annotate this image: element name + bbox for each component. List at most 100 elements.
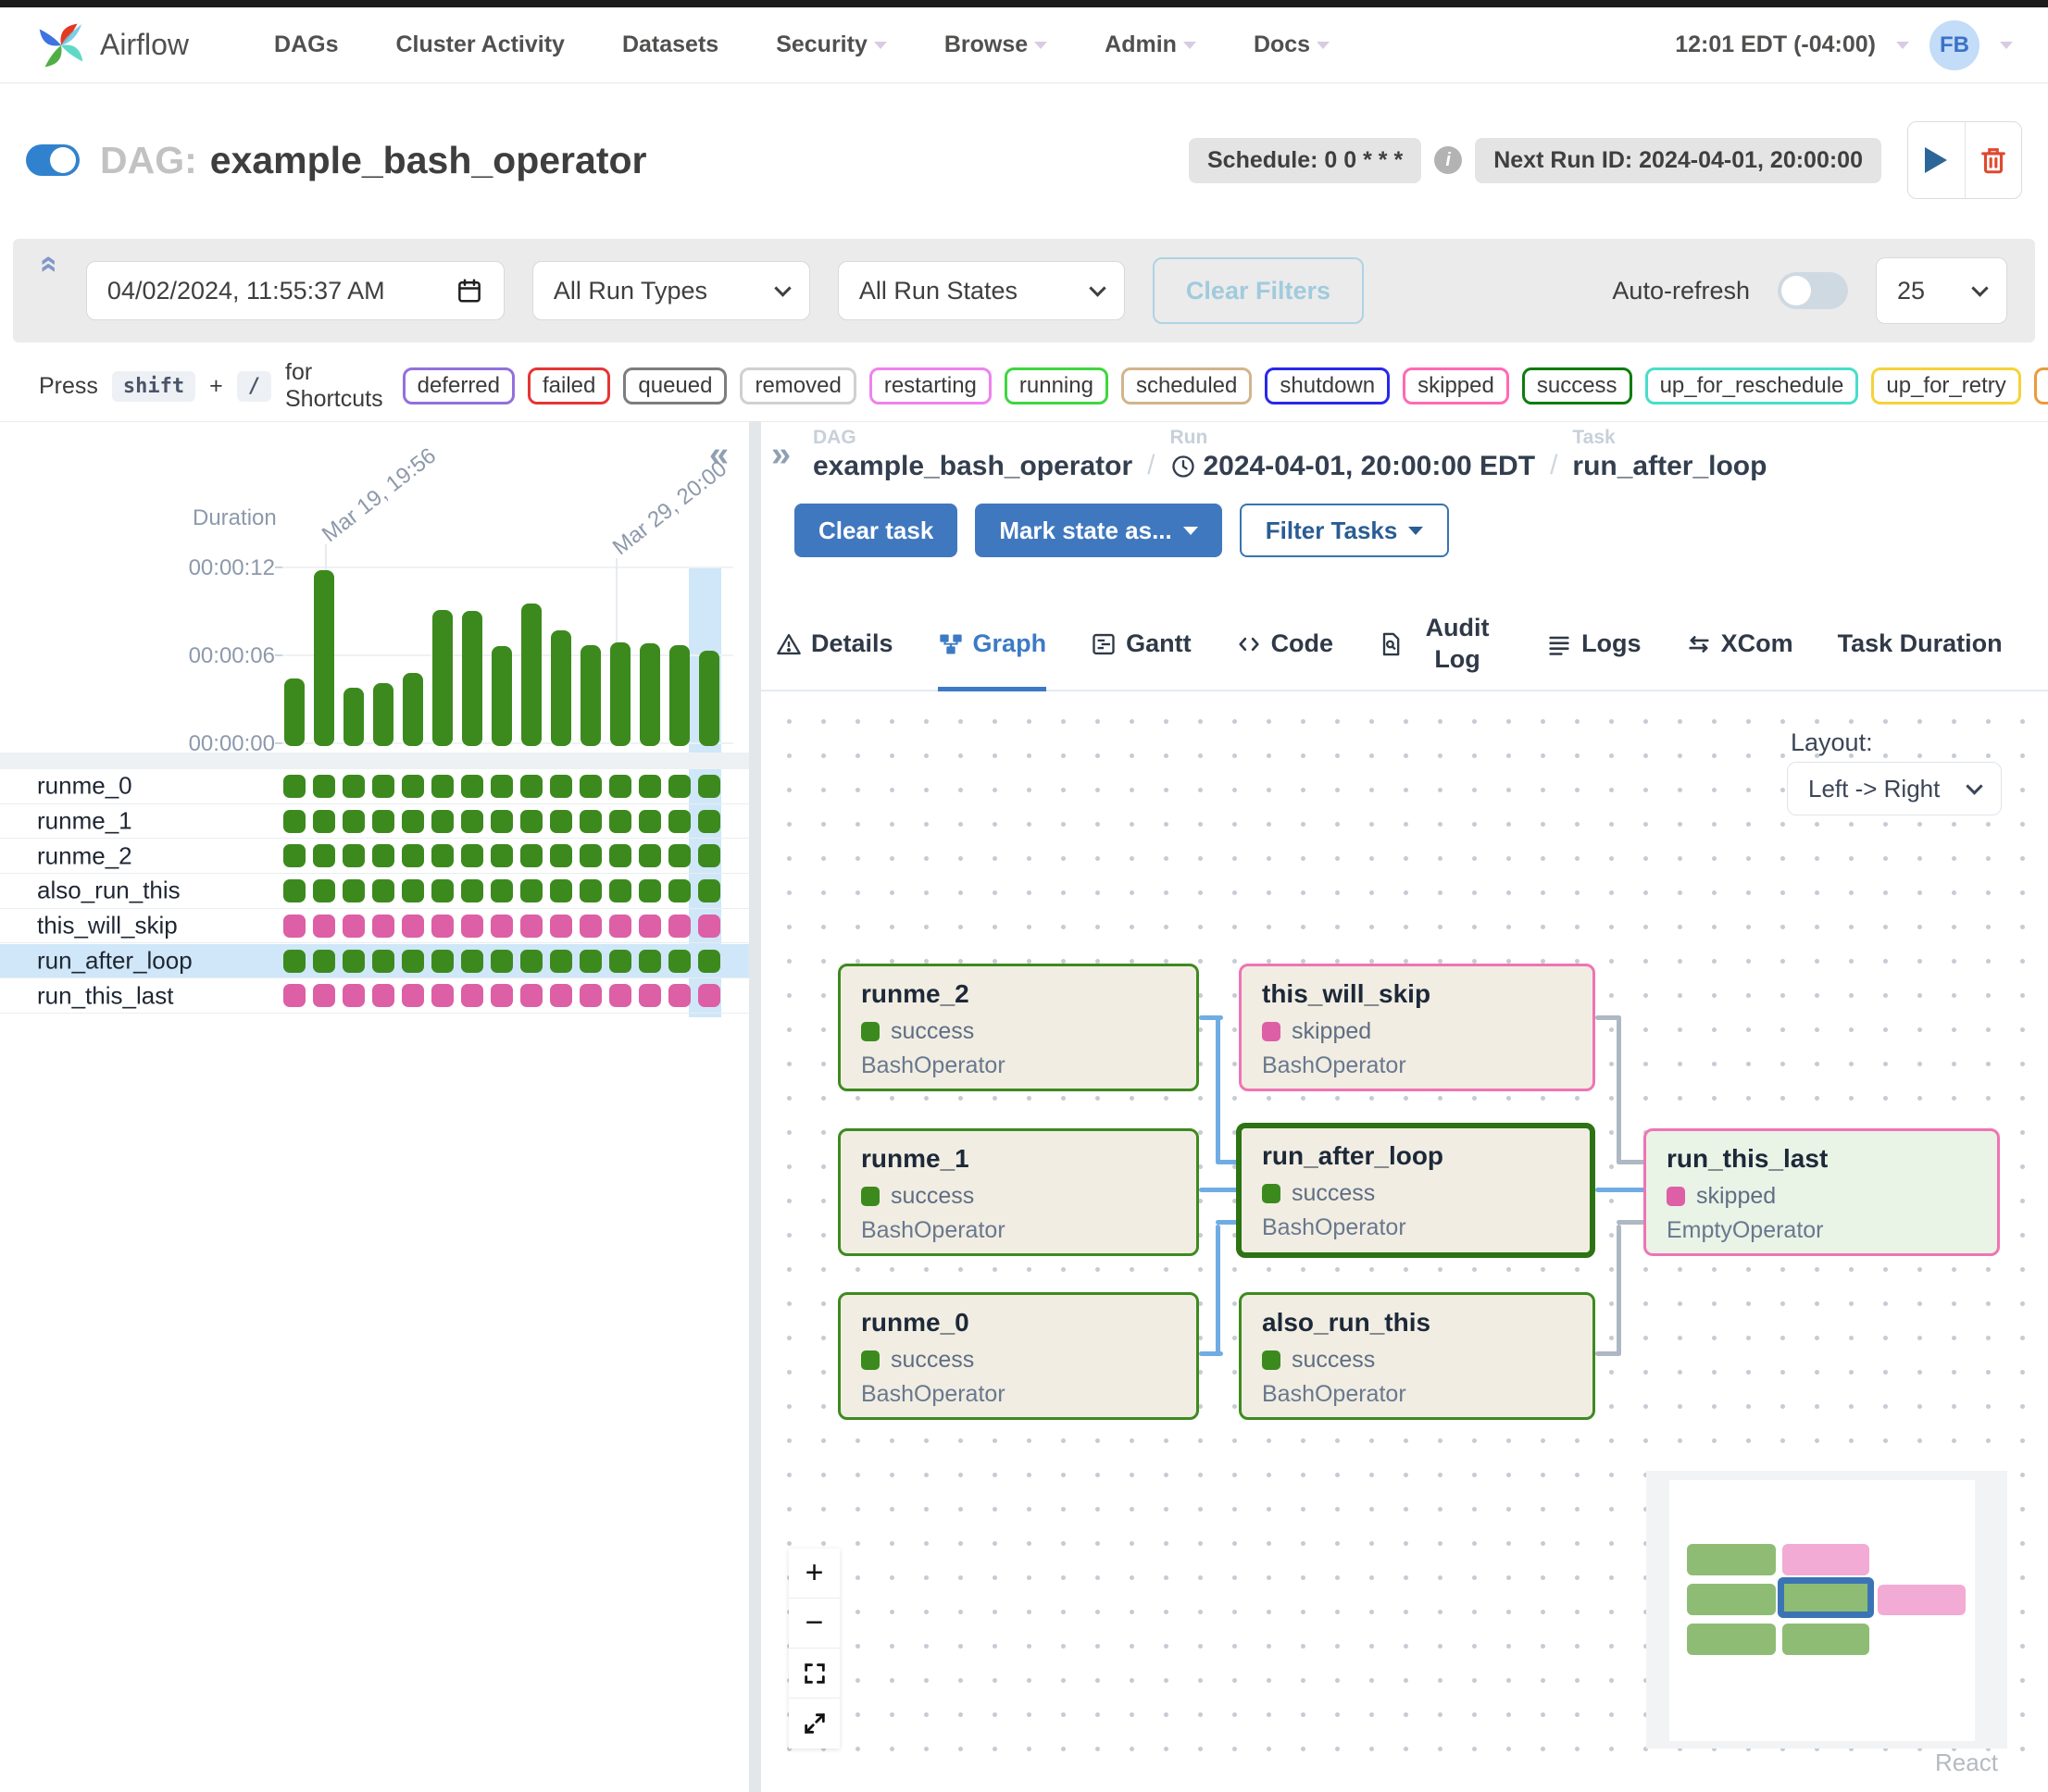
breadcrumb-run-value[interactable]: 2024-04-01, 20:00:00 EDT: [1170, 451, 1536, 482]
minimap[interactable]: [1646, 1471, 2007, 1748]
task-instance-cell[interactable]: [491, 950, 513, 973]
task-instance-cell[interactable]: [698, 775, 720, 798]
task-instance-cell[interactable]: [698, 844, 720, 867]
dag-pause-toggle[interactable]: [26, 144, 80, 176]
fullscreen-button[interactable]: [789, 1699, 840, 1748]
task-label-also_run_this[interactable]: also_run_this: [37, 877, 181, 905]
run-duration-bar[interactable]: [610, 642, 631, 746]
task-instance-cell[interactable]: [668, 915, 691, 938]
fit-view-button[interactable]: [789, 1649, 840, 1699]
tab-audit-log[interactable]: Audit Log: [1378, 598, 1502, 690]
run-duration-bar[interactable]: [699, 651, 719, 746]
task-instance-cell[interactable]: [698, 915, 720, 938]
trigger-dag-button[interactable]: [1908, 122, 1965, 198]
task-instance-cell[interactable]: [313, 950, 335, 973]
tab-graph[interactable]: Graph: [938, 598, 1047, 690]
state-filter-running[interactable]: running: [1005, 367, 1108, 404]
run-duration-bar[interactable]: [492, 646, 512, 746]
task-instance-cell[interactable]: [639, 775, 661, 798]
task-instance-cell[interactable]: [283, 810, 306, 833]
task-instance-cell[interactable]: [491, 775, 513, 798]
task-instance-cell[interactable]: [343, 810, 365, 833]
task-instance-cell[interactable]: [283, 879, 306, 902]
run-duration-bar[interactable]: [284, 678, 305, 746]
task-instance-cell[interactable]: [609, 775, 631, 798]
task-instance-cell[interactable]: [491, 810, 513, 833]
task-instance-cell[interactable]: [283, 844, 306, 867]
graph-node-run_this_last[interactable]: run_this_lastskippedEmptyOperator: [1643, 1128, 2000, 1256]
task-instance-cell[interactable]: [520, 775, 543, 798]
tab-details[interactable]: Details: [776, 598, 893, 690]
task-instance-cell[interactable]: [609, 915, 631, 938]
task-instance-cell[interactable]: [431, 950, 454, 973]
task-instance-cell[interactable]: [372, 984, 394, 1007]
run-duration-bar[interactable]: [373, 683, 393, 746]
graph-node-this_will_skip[interactable]: this_will_skipskippedBashOperator: [1239, 964, 1595, 1091]
run-states-select[interactable]: All Run States: [838, 261, 1125, 320]
task-instance-cell[interactable]: [550, 775, 572, 798]
task-instance-cell[interactable]: [580, 844, 602, 867]
task-instance-cell[interactable]: [639, 915, 661, 938]
task-instance-cell[interactable]: [402, 879, 424, 902]
run-duration-bar[interactable]: [432, 610, 453, 746]
task-instance-cell[interactable]: [520, 984, 543, 1007]
task-instance-cell[interactable]: [372, 775, 394, 798]
graph-canvas[interactable]: runme_2successBashOperatorthis_will_skip…: [761, 691, 2048, 1780]
panel-divider[interactable]: [749, 421, 761, 1792]
nav-item-docs[interactable]: Docs: [1254, 31, 1330, 58]
task-instance-cell[interactable]: [639, 950, 661, 973]
task-instance-cell[interactable]: [580, 984, 602, 1007]
task-instance-cell[interactable]: [313, 984, 335, 1007]
task-instance-cell[interactable]: [668, 950, 691, 973]
task-instance-cell[interactable]: [580, 775, 602, 798]
nav-item-dags[interactable]: DAGs: [274, 31, 338, 58]
task-instance-cell[interactable]: [461, 844, 483, 867]
state-filter-up_for_retry[interactable]: up_for_retry: [1871, 367, 2020, 404]
task-instance-cell[interactable]: [668, 879, 691, 902]
schedule-info-icon[interactable]: i: [1434, 146, 1462, 174]
task-instance-cell[interactable]: [639, 844, 661, 867]
task-instance-cell[interactable]: [402, 810, 424, 833]
run-duration-bar[interactable]: [314, 570, 334, 746]
run-duration-bar[interactable]: [640, 643, 660, 746]
task-instance-cell[interactable]: [313, 775, 335, 798]
task-instance-cell[interactable]: [431, 810, 454, 833]
nav-item-cluster-activity[interactable]: Cluster Activity: [395, 31, 564, 58]
task-instance-cell[interactable]: [550, 879, 572, 902]
delete-dag-button[interactable]: [1965, 122, 2022, 198]
tab-code[interactable]: Code: [1236, 598, 1334, 690]
zoom-out-button[interactable]: −: [789, 1599, 840, 1649]
state-filter-success[interactable]: success: [1522, 367, 1632, 404]
graph-node-run_after_loop[interactable]: run_after_loopsuccessBashOperator: [1236, 1123, 1595, 1258]
task-instance-cell[interactable]: [639, 879, 661, 902]
task-instance-cell[interactable]: [402, 915, 424, 938]
task-instance-cell[interactable]: [609, 810, 631, 833]
task-instance-cell[interactable]: [372, 950, 394, 973]
tab-gantt[interactable]: Gantt: [1091, 598, 1192, 690]
mark-state-button[interactable]: Mark state as...: [975, 504, 1221, 557]
task-instance-cell[interactable]: [313, 915, 335, 938]
task-instance-cell[interactable]: [550, 810, 572, 833]
task-instance-cell[interactable]: [402, 984, 424, 1007]
task-instance-cell[interactable]: [698, 984, 720, 1007]
task-instance-cell[interactable]: [491, 915, 513, 938]
state-filter-queued[interactable]: queued: [623, 367, 727, 404]
avatar[interactable]: FB: [1929, 20, 1979, 70]
task-instance-cell[interactable]: [609, 844, 631, 867]
task-instance-cell[interactable]: [313, 810, 335, 833]
task-instance-cell[interactable]: [609, 984, 631, 1007]
graph-node-also_run_this[interactable]: also_run_thissuccessBashOperator: [1239, 1292, 1595, 1420]
state-filter-skipped[interactable]: skipped: [1403, 367, 1509, 404]
task-instance-cell[interactable]: [343, 915, 365, 938]
task-instance-cell[interactable]: [461, 950, 483, 973]
task-label-run_after_loop[interactable]: run_after_loop: [37, 946, 193, 975]
nav-item-browse[interactable]: Browse: [944, 31, 1047, 58]
task-instance-cell[interactable]: [698, 950, 720, 973]
task-instance-cell[interactable]: [580, 879, 602, 902]
zoom-in-button[interactable]: +: [789, 1549, 840, 1599]
tab-xcom[interactable]: XCom: [1686, 598, 1793, 690]
task-instance-cell[interactable]: [520, 950, 543, 973]
task-label-run_this_last[interactable]: run_this_last: [37, 981, 173, 1010]
task-instance-cell[interactable]: [372, 810, 394, 833]
nav-item-datasets[interactable]: Datasets: [622, 31, 718, 58]
